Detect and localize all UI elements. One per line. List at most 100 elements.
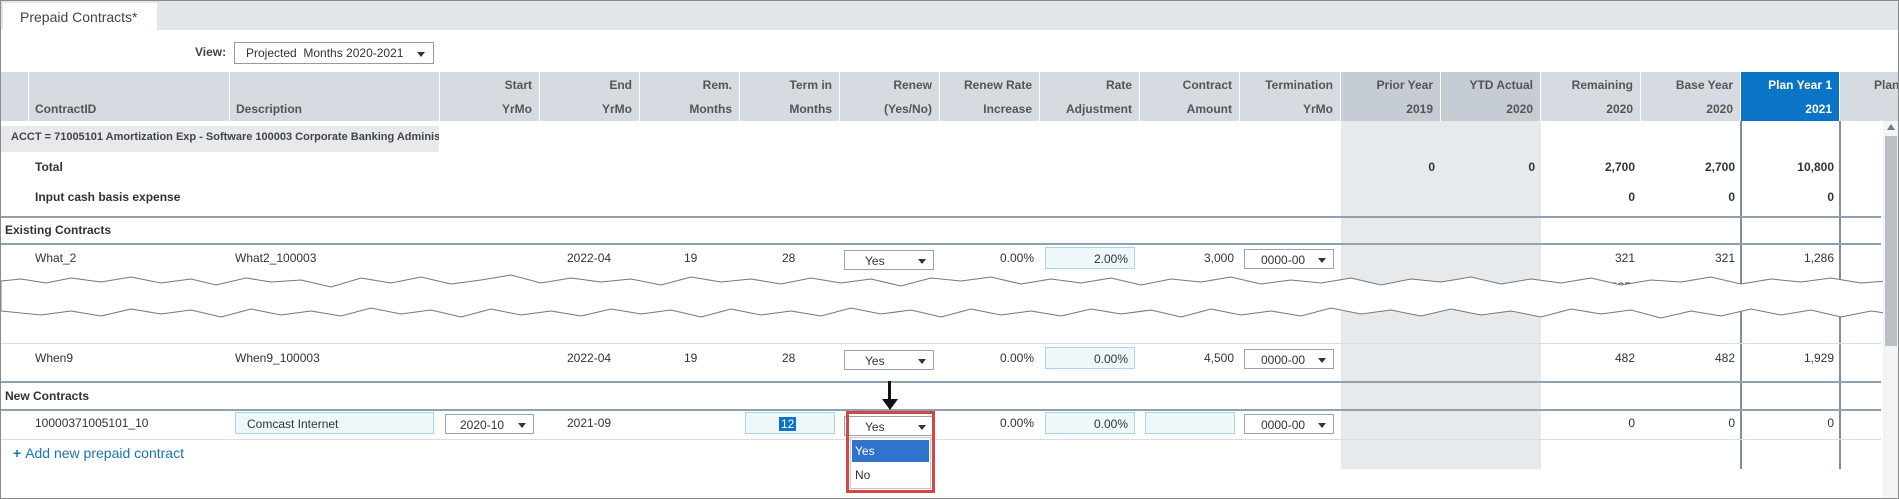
header-renew[interactable]: Renew (Yes/No)	[840, 72, 940, 121]
row-contractid: What_2	[35, 251, 77, 265]
termination-select[interactable]: 0000-00	[1244, 249, 1334, 269]
renew-dropdown-menu: Yes No	[850, 437, 931, 489]
row-remaining: 321	[1614, 251, 1635, 265]
header-contractid-label: ContractID	[35, 102, 97, 116]
renew-option-no[interactable]: No	[852, 464, 929, 486]
chevron-down-icon	[1318, 358, 1326, 363]
header-contract-amount[interactable]: Contract Amount	[1140, 72, 1240, 121]
section-existing-contracts: Existing Contracts	[5, 223, 112, 237]
view-label: View:	[195, 45, 227, 59]
header-plan-year-2[interactable]: Plan	[1840, 72, 1898, 121]
header-description[interactable]: Description	[230, 72, 440, 121]
header-rate-adjustment[interactable]: Rate Adjustment	[1040, 72, 1140, 121]
termination-select-value: 0000-00	[1261, 253, 1306, 267]
header-prior-year[interactable]: Prior Year 2019	[1341, 72, 1441, 121]
term-months-value: 12	[779, 417, 797, 431]
add-new-prepaid-contract-link[interactable]: + Add new prepaid contract	[13, 445, 184, 461]
chevron-down-icon	[918, 259, 926, 264]
row-term: 28	[782, 251, 796, 265]
prepaid-contracts-window: Prepaid Contracts* View: Projected Month…	[0, 0, 1899, 499]
chevron-down-icon	[1318, 258, 1326, 263]
total-ytd: 0	[1528, 160, 1535, 174]
cash-base[interactable]: 0	[1641, 190, 1735, 204]
header-contractid[interactable]: ContractID	[29, 72, 230, 121]
new-row-renew-rate: 0.00%	[999, 416, 1034, 430]
row-description: What2_100003	[235, 251, 317, 265]
section-divider	[1, 381, 1881, 383]
row-rem: 19	[684, 351, 698, 365]
new-row-plan1: 0	[1827, 416, 1834, 430]
row-description: When9_100003	[235, 351, 320, 365]
cash-remaining[interactable]: 0	[1541, 190, 1635, 204]
section-divider	[1, 243, 1881, 245]
new-row-end: 2021-09	[567, 416, 612, 430]
total-prior: 0	[1428, 160, 1435, 174]
row-divider	[1, 343, 1881, 344]
row-base: 321	[1714, 251, 1735, 265]
header-renew-rate[interactable]: Renew Rate Increase	[940, 72, 1040, 121]
renew-select[interactable]: Yes	[844, 350, 934, 370]
account-label: ACCT = 71005101 Amortization Exp - Softw…	[11, 131, 439, 143]
total-label: Total	[35, 160, 63, 174]
renew-select-value: Yes	[865, 354, 885, 368]
header-rem-months[interactable]: Rem. Months	[640, 72, 740, 121]
rate-adjustment-input[interactable]: 0.00%	[1045, 347, 1135, 369]
renew-select[interactable]: Yes	[844, 250, 934, 270]
termination-select[interactable]: 0000-00	[1244, 349, 1334, 369]
row-base: 482	[1714, 351, 1735, 365]
header-term-months[interactable]: Term in Months	[740, 72, 840, 121]
contract-amount-input[interactable]	[1145, 412, 1235, 434]
tab-bar: Prepaid Contracts*	[1, 1, 1898, 30]
start-yrmo-select[interactable]: 2020-10	[445, 414, 534, 434]
description-input[interactable]: Comcast Internet	[235, 412, 434, 434]
row-amount: 3,000	[1203, 251, 1234, 265]
total-plan1: 10,800	[1797, 160, 1834, 174]
header-base-year[interactable]: Base Year 2020	[1641, 72, 1741, 121]
arrow-down-icon	[882, 399, 898, 410]
annotation-arrow	[888, 381, 891, 401]
row-rem: 19	[684, 251, 698, 265]
header-remaining[interactable]: Remaining 2020	[1541, 72, 1641, 121]
row-term: 28	[782, 351, 796, 365]
total-base: 2,700	[1704, 160, 1735, 174]
scroll-up-arrow-icon[interactable]	[1887, 124, 1895, 130]
row-plan1: 1,286	[1803, 251, 1834, 265]
renew-option-yes[interactable]: Yes	[852, 440, 929, 462]
section-divider	[1, 409, 1881, 411]
row-plan1: 1,929	[1803, 351, 1834, 365]
renew-select-value: Yes	[865, 254, 885, 268]
total-remaining: 2,700	[1604, 160, 1635, 174]
row-remaining: 482	[1614, 351, 1635, 365]
section-divider	[1, 216, 1881, 218]
scrollbar-thumb[interactable]	[1885, 136, 1897, 346]
plus-icon: +	[13, 445, 22, 461]
chevron-down-icon	[1318, 423, 1326, 428]
rate-adjustment-input[interactable]: 0.00%	[1045, 412, 1135, 434]
new-row-contractid: 10000371005101_10	[35, 416, 149, 430]
section-new-contracts: New Contracts	[5, 389, 90, 403]
chevron-down-icon	[417, 52, 425, 57]
row-contractid: When9	[35, 351, 74, 365]
termination-select[interactable]: 0000-00	[1244, 414, 1334, 434]
chevron-down-icon	[518, 423, 526, 428]
cash-basis-label: Input cash basis expense	[35, 190, 181, 204]
header-termination[interactable]: Termination YrMo	[1240, 72, 1341, 121]
header-end[interactable]: End YrMo	[540, 72, 640, 121]
header-plan-year-1[interactable]: Plan Year 1 2021	[1741, 72, 1840, 121]
add-link-label: Add new prepaid contract	[25, 445, 184, 461]
row-renew-rate: 0.00%	[999, 251, 1034, 265]
row-divider	[1, 439, 1881, 440]
cash-plan1[interactable]: 0	[1741, 190, 1834, 204]
row-amount: 4,500	[1203, 351, 1234, 365]
new-row-base: 0	[1728, 416, 1735, 430]
rate-adjustment-input[interactable]: 2.00%	[1045, 247, 1135, 269]
tab-prepaid-contracts[interactable]: Prepaid Contracts*	[3, 3, 157, 30]
header-start[interactable]: Start YrMo	[440, 72, 540, 121]
row-end: 2022-04	[567, 251, 612, 265]
view-select[interactable]: Projected Months 2020-2021	[234, 42, 434, 64]
header-row-selector	[1, 72, 29, 121]
termination-select-value: 0000-00	[1261, 418, 1306, 432]
header-ytd-actual[interactable]: YTD Actual 2020	[1441, 72, 1541, 121]
termination-select-value: 0000-00	[1261, 353, 1306, 367]
header-description-label: Description	[236, 102, 303, 116]
